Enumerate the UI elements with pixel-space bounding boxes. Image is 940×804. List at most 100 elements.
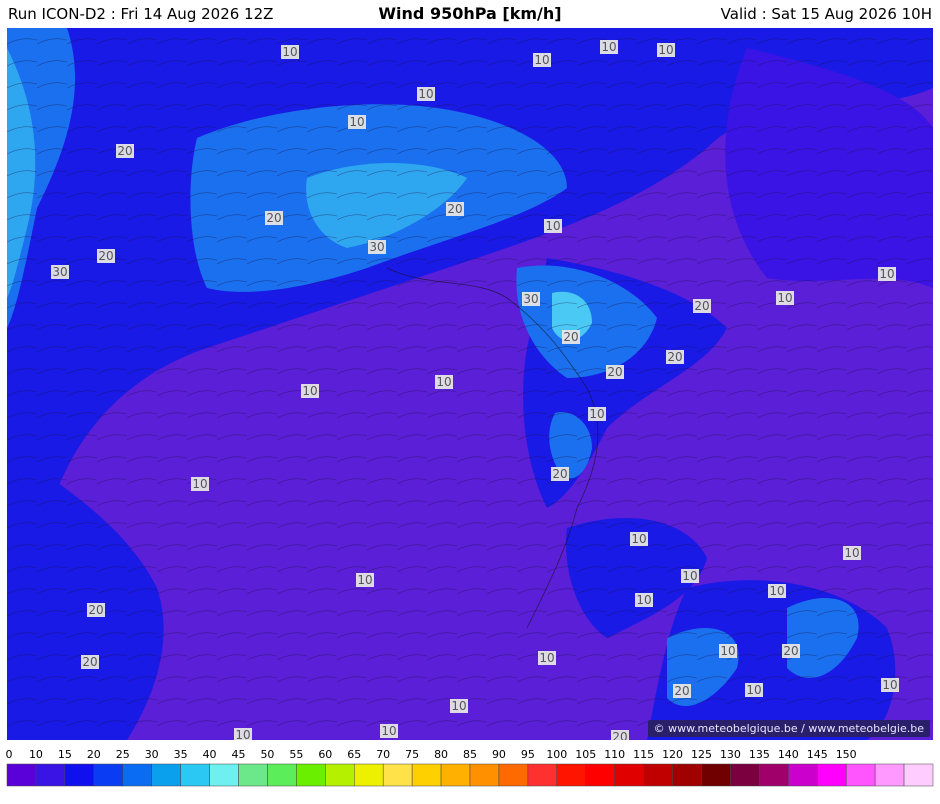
scale-tick-label: 15 — [58, 748, 72, 761]
scale-swatch — [238, 763, 268, 787]
scale-tick-label: 95 — [521, 748, 535, 761]
scale-tick-label: 135 — [749, 748, 770, 761]
scale-swatch — [440, 763, 471, 787]
isotach-label: 10 — [843, 546, 861, 560]
svg-text:20: 20 — [783, 644, 798, 658]
svg-text:20: 20 — [563, 330, 578, 344]
svg-text:10: 10 — [601, 40, 616, 54]
svg-text:10: 10 — [777, 291, 792, 305]
color-scale-svg: 0 10 15 20 25 30 35 40 45 50 55 60 65 70 75 80 85 90 95 100… — [6, 748, 934, 787]
scale-tick-label: 55 — [289, 748, 303, 761]
svg-text:10: 10 — [769, 584, 784, 598]
scale-tick-label: 120 — [662, 748, 683, 761]
credit-label: © www.meteobelgique.be / www.meteobelgie… — [647, 720, 930, 737]
scale-swatch — [527, 763, 558, 787]
svg-text:10: 10 — [545, 219, 560, 233]
scale-tick-label: 85 — [463, 748, 477, 761]
isotach-label: 10 — [281, 45, 299, 59]
svg-text:20: 20 — [694, 299, 709, 313]
scale-tick-label: 20 — [87, 748, 101, 761]
scale-tick-label: 10 — [29, 748, 43, 761]
scale-tick-label: 40 — [203, 748, 217, 761]
scale-swatch — [672, 763, 702, 787]
isotach-label: 20 — [562, 330, 580, 344]
scale-labels: 0 10 15 20 25 30 35 40 45 50 55 60 65 70 75 80 85 90 95 100… — [6, 748, 857, 761]
scale-tick-label: 45 — [232, 748, 246, 761]
svg-text:20: 20 — [266, 211, 281, 225]
svg-text:10: 10 — [381, 724, 396, 738]
svg-text:10: 10 — [636, 593, 651, 607]
scale-swatch — [556, 763, 586, 787]
svg-text:10: 10 — [349, 115, 364, 129]
scale-tick-label: 150 — [836, 748, 857, 761]
svg-text:20: 20 — [607, 365, 622, 379]
svg-text:10: 10 — [631, 532, 646, 546]
scale-tick-label: 100 — [546, 748, 567, 761]
isotach-label: 20 — [116, 144, 134, 158]
svg-text:30: 30 — [523, 292, 538, 306]
scale-swatch — [64, 763, 95, 787]
isotach-label: 10 — [681, 569, 699, 583]
svg-text:10: 10 — [682, 569, 697, 583]
scale-swatch — [585, 763, 615, 787]
scale-swatch — [788, 763, 818, 787]
isotach-label: 10 — [600, 40, 618, 54]
isotach-label: 20 — [265, 211, 283, 225]
scale-tick-label: 105 — [575, 748, 596, 761]
scale-swatch — [759, 763, 789, 787]
scale-swatch — [701, 763, 731, 787]
isotach-label: 10 — [380, 724, 398, 738]
isotach-label: 10 — [588, 407, 606, 421]
scale-swatch — [411, 763, 442, 787]
isotach-label: 10 — [435, 375, 453, 389]
isotach-label: 30 — [522, 292, 540, 306]
scale-swatch — [730, 763, 760, 787]
svg-text:10: 10 — [192, 477, 207, 491]
svg-text:30: 30 — [52, 265, 67, 279]
scale-tick-label: 65 — [347, 748, 361, 761]
svg-text:10: 10 — [882, 678, 897, 692]
scale-swatch — [817, 763, 847, 787]
scale-tick-label: 115 — [633, 748, 654, 761]
isotach-label: 20 — [81, 655, 99, 669]
isotach-label: 20 — [666, 350, 684, 364]
isotach-label: 10 — [356, 573, 374, 587]
svg-text:20: 20 — [98, 249, 113, 263]
isotach-label: 10 — [776, 291, 794, 305]
isotach-label: 10 — [881, 678, 899, 692]
scale-swatch — [498, 763, 529, 787]
svg-text:10: 10 — [879, 267, 894, 281]
isotach-label: 20 — [606, 365, 624, 379]
scale-bars — [6, 763, 934, 787]
scale-tick-label: 75 — [405, 748, 419, 761]
svg-text:10: 10 — [451, 699, 466, 713]
scale-tick-label: 35 — [174, 748, 188, 761]
scale-tick-label: 140 — [778, 748, 799, 761]
isotach-label: 10 — [234, 728, 252, 742]
svg-text:10: 10 — [436, 375, 451, 389]
wind-map[interactable]: 10 10 10 10 10 10 20 20 30 20 30 20 10 30 20 20 20 20 10 10… — [7, 28, 933, 744]
streamlines — [7, 28, 933, 740]
scale-swatch — [122, 763, 152, 787]
valid-time-label: Valid : Sat 15 Aug 2026 10H — [720, 5, 932, 23]
svg-text:20: 20 — [667, 350, 682, 364]
isotach-label: 20 — [782, 644, 800, 658]
isotach-label: 20 — [673, 684, 691, 698]
svg-text:10: 10 — [720, 644, 735, 658]
isotach-label: 10 — [533, 53, 551, 67]
isotach-label: 10 — [630, 532, 648, 546]
isotach-label: 10 — [450, 699, 468, 713]
scale-tick-label: 145 — [807, 748, 828, 761]
isotach-label: 10 — [348, 115, 366, 129]
scale-swatch — [6, 763, 37, 787]
isotach-label: 20 — [87, 603, 105, 617]
scale-tick-label: 50 — [260, 748, 274, 761]
svg-text:20: 20 — [447, 202, 462, 216]
svg-text:20: 20 — [117, 144, 132, 158]
svg-text:20: 20 — [612, 730, 627, 740]
svg-text:20: 20 — [552, 467, 567, 481]
scale-swatch — [614, 763, 644, 787]
isotach-label: 10 — [544, 219, 562, 233]
scale-swatch — [209, 763, 239, 787]
svg-text:20: 20 — [674, 684, 689, 698]
